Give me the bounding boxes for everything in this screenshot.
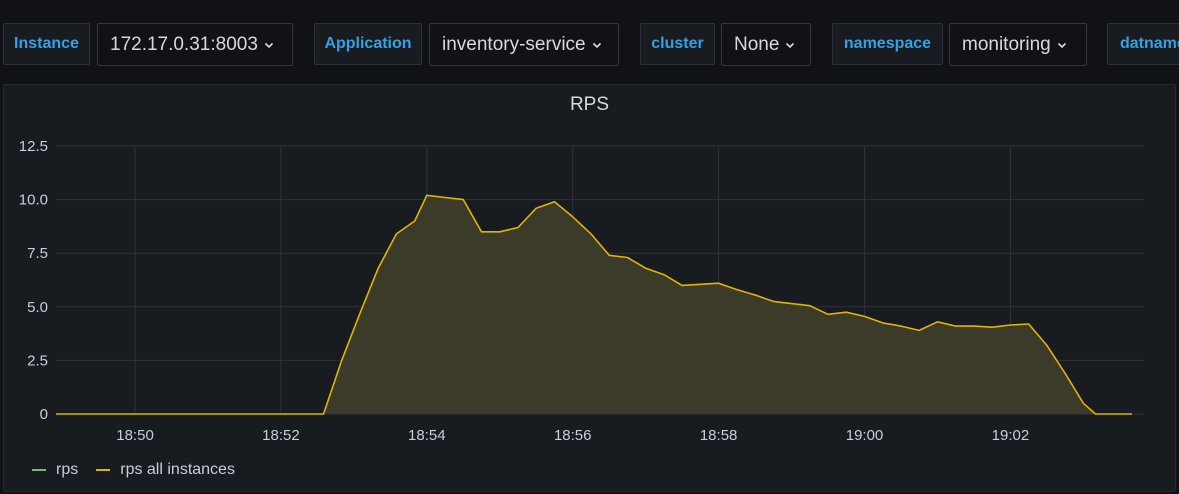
x-tick-label: 18:54 xyxy=(408,427,446,444)
y-tick-label: 7.5 xyxy=(27,245,48,262)
x-tick-label: 19:00 xyxy=(846,427,884,444)
legend-label-rps-all-instances: rps all instances xyxy=(120,461,235,478)
y-tick-label: 12.5 xyxy=(19,138,48,155)
x-tick-label: 18:52 xyxy=(262,427,300,444)
variables-bar: Instance 172.17.0.31:8003 Application in… xyxy=(0,0,1179,84)
namespace-select[interactable]: monitoring xyxy=(949,23,1087,66)
legend-item-rps[interactable]: rps xyxy=(32,461,78,479)
variable-label-namespace: namespace xyxy=(832,23,943,65)
y-tick-label: 0 xyxy=(40,406,48,423)
legend-swatch-rps-all-instances xyxy=(96,469,111,471)
variable-label-instance: Instance xyxy=(3,23,90,65)
variable-label-application: Application xyxy=(314,23,422,65)
application-value: inventory-service xyxy=(442,33,586,55)
x-axis: 18:50 18:52 18:54 18:56 18:58 19:00 19:02 xyxy=(116,427,1029,444)
x-tick-label: 19:02 xyxy=(992,427,1030,444)
legend-item-rps-all-instances[interactable]: rps all instances xyxy=(96,461,235,479)
legend-label-rps: rps xyxy=(56,461,79,478)
chevron-down-icon xyxy=(1057,42,1066,48)
y-axis: 0 2.5 5.0 7.5 10.0 12.5 xyxy=(19,138,48,423)
chart-series xyxy=(56,194,1132,415)
namespace-value: monitoring xyxy=(962,33,1051,55)
y-tick-label: 10.0 xyxy=(19,192,48,209)
cluster-select[interactable]: None xyxy=(721,23,811,66)
variable-label-cluster: cluster xyxy=(640,23,715,65)
series-area-rps-all-instances xyxy=(56,195,1132,414)
x-tick-label: 18:56 xyxy=(554,427,592,444)
application-select[interactable]: inventory-service xyxy=(429,23,619,66)
instance-value: 172.17.0.31:8003 xyxy=(110,33,258,55)
chevron-down-icon xyxy=(786,42,795,48)
variable-label-datname[interactable]: datname xyxy=(1107,23,1179,65)
y-tick-label: 5.0 xyxy=(27,299,48,316)
chevron-down-icon xyxy=(592,42,601,48)
chart-legend: rps rps all instances xyxy=(32,461,235,479)
x-tick-label: 18:58 xyxy=(700,427,738,444)
cluster-value: None xyxy=(734,33,780,55)
chevron-down-icon xyxy=(264,42,273,48)
legend-swatch-rps xyxy=(32,469,46,471)
x-tick-label: 18:50 xyxy=(116,427,154,444)
y-tick-label: 2.5 xyxy=(27,352,48,369)
instance-select[interactable]: 172.17.0.31:8003 xyxy=(97,23,293,66)
rps-chart: 02.55.07.510.012.5 18:50 18:52 18:54 18:56 1… xyxy=(19,138,1144,444)
